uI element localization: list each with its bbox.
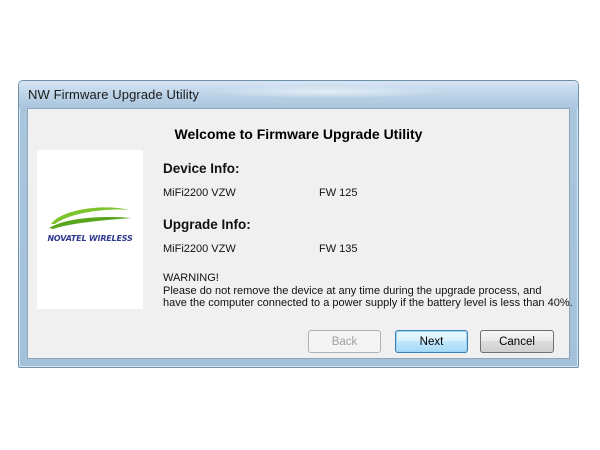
next-button[interactable]: Next bbox=[395, 330, 468, 353]
upgrade-model: MiFi2200 VZW bbox=[163, 243, 236, 255]
device-firmware: FW 125 bbox=[319, 187, 358, 199]
warning-line-1: Please do not remove the device at any t… bbox=[163, 284, 542, 297]
firmware-upgrade-window: NW Firmware Upgrade Utility Welcome to F… bbox=[18, 80, 579, 368]
logo-panel: NOVATEL WIRELESS bbox=[37, 150, 143, 309]
dialog-heading: Welcome to Firmware Upgrade Utility bbox=[174, 126, 423, 142]
back-button[interactable]: Back bbox=[308, 330, 381, 353]
upgrade-info-title: Upgrade Info: bbox=[163, 217, 251, 232]
novatel-swoosh-logo-icon bbox=[49, 207, 131, 229]
warning-line-2: have the computer connected to a power s… bbox=[163, 297, 573, 309]
cancel-button[interactable]: Cancel bbox=[480, 330, 554, 353]
dialog-client-area: Welcome to Firmware Upgrade Utility NOVA… bbox=[27, 108, 573, 359]
device-info-title: Device Info: bbox=[163, 161, 240, 176]
warning-message: WARNING! Please do not remove the device… bbox=[163, 272, 583, 310]
window-title: NW Firmware Upgrade Utility bbox=[28, 87, 200, 102]
upgrade-firmware: FW 135 bbox=[319, 243, 358, 255]
device-model: MiFi2200 VZW bbox=[163, 187, 236, 199]
title-bar[interactable]: NW Firmware Upgrade Utility bbox=[19, 81, 578, 108]
logo-text: NOVATEL WIRELESS bbox=[47, 234, 133, 243]
warning-title: WARNING! bbox=[163, 272, 219, 284]
